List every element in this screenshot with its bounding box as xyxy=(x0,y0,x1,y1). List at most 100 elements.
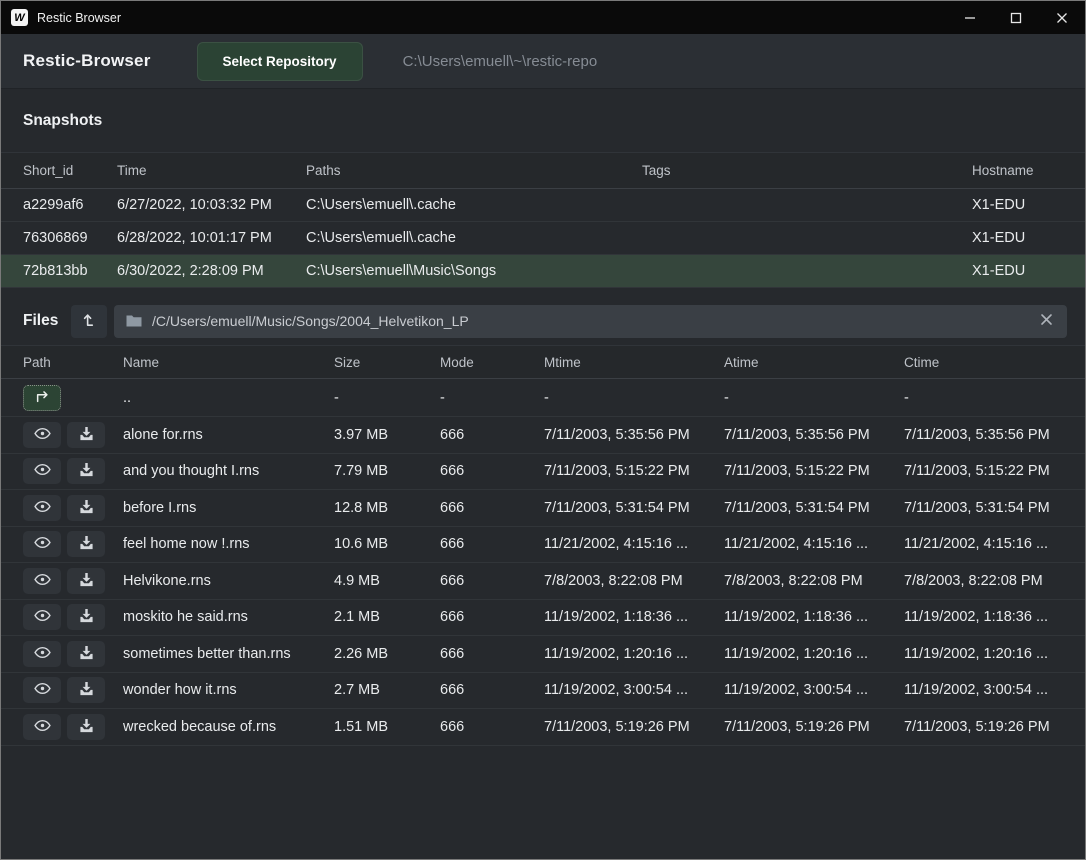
view-file-button[interactable] xyxy=(23,604,61,630)
snapshot-row[interactable]: 72b813bb6/30/2022, 2:28:09 PMC:\Users\em… xyxy=(1,255,1085,288)
file-mode: 666 xyxy=(440,646,544,662)
file-path-bar[interactable]: /C/Users/emuell/Music/Songs/2004_Helveti… xyxy=(114,305,1067,338)
maximize-button[interactable] xyxy=(993,1,1039,34)
snapshot-row[interactable]: a2299af66/27/2022, 10:03:32 PMC:\Users\e… xyxy=(1,189,1085,222)
file-mtime: 11/21/2002, 4:15:16 ... xyxy=(544,536,724,552)
file-row-actions xyxy=(23,531,123,557)
root-level-icon xyxy=(82,312,97,331)
root-level-button[interactable] xyxy=(71,305,107,338)
col-short-id: Short_id xyxy=(23,163,117,178)
file-row: feel home now !.rns10.6 MB66611/21/2002,… xyxy=(1,527,1085,564)
col-ctime: Ctime xyxy=(904,355,1063,370)
file-mtime: 7/11/2003, 5:35:56 PM xyxy=(544,427,724,443)
file-row-actions xyxy=(23,641,123,667)
view-file-button[interactable] xyxy=(23,568,61,594)
file-size: 2.7 MB xyxy=(334,682,440,698)
file-name: .. xyxy=(123,390,334,406)
file-mtime: 7/8/2003, 8:22:08 PM xyxy=(544,573,724,589)
snapshot-time: 6/27/2022, 10:03:32 PM xyxy=(117,197,306,213)
up-directory-row: ..----- xyxy=(1,379,1085,417)
repository-toolbar: Restic-Browser Select Repository C:\User… xyxy=(1,34,1085,89)
download-file-button[interactable] xyxy=(67,458,105,484)
snapshot-row[interactable]: 763068696/28/2022, 10:01:17 PMC:\Users\e… xyxy=(1,222,1085,255)
repository-path[interactable]: C:\Users\emuell\~\restic-repo xyxy=(403,53,598,70)
view-file-button[interactable] xyxy=(23,422,61,448)
file-atime: 7/11/2003, 5:19:26 PM xyxy=(724,719,904,735)
files-toolbar: Files /C/Users/emuell/Music/Songs/2004_H… xyxy=(1,297,1085,345)
view-file-button[interactable] xyxy=(23,714,61,740)
minimize-button[interactable] xyxy=(947,1,993,34)
up-directory-icon xyxy=(35,390,50,406)
file-size: 10.6 MB xyxy=(334,536,440,552)
eye-icon xyxy=(34,463,51,479)
eye-icon xyxy=(34,500,51,516)
app-logo-icon: W xyxy=(11,9,28,26)
col-atime: Atime xyxy=(724,355,904,370)
file-row: sometimes better than.rns2.26 MB66611/19… xyxy=(1,636,1085,673)
download-file-button[interactable] xyxy=(67,641,105,667)
file-name: wrecked because of.rns xyxy=(123,719,334,735)
file-mtime: - xyxy=(544,390,724,406)
download-file-button[interactable] xyxy=(67,531,105,557)
file-name: and you thought I.rns xyxy=(123,463,334,479)
file-row-actions xyxy=(23,604,123,630)
file-mode: 666 xyxy=(440,463,544,479)
file-name: feel home now !.rns xyxy=(123,536,334,552)
file-name: wonder how it.rns xyxy=(123,682,334,698)
file-atime: - xyxy=(724,390,904,406)
col-mtime: Mtime xyxy=(544,355,724,370)
file-mode: 666 xyxy=(440,536,544,552)
file-atime: 11/19/2002, 1:18:36 ... xyxy=(724,609,904,625)
file-row: Helvikone.rns4.9 MB6667/8/2003, 8:22:08 … xyxy=(1,563,1085,600)
eye-icon xyxy=(34,536,51,552)
select-repository-button[interactable]: Select Repository xyxy=(197,42,363,81)
download-file-button[interactable] xyxy=(67,568,105,594)
close-button[interactable] xyxy=(1039,1,1085,34)
maximize-icon xyxy=(1010,12,1022,24)
file-atime: 7/11/2003, 5:31:54 PM xyxy=(724,500,904,516)
file-ctime: 11/21/2002, 4:15:16 ... xyxy=(904,536,1063,552)
file-row: before I.rns12.8 MB6667/11/2003, 5:31:54… xyxy=(1,490,1085,527)
file-row: and you thought I.rns7.79 MB6667/11/2003… xyxy=(1,454,1085,491)
col-paths: Paths xyxy=(306,163,642,178)
file-size: 1.51 MB xyxy=(334,719,440,735)
file-name: moskito he said.rns xyxy=(123,609,334,625)
file-row: wrecked because of.rns1.51 MB6667/11/200… xyxy=(1,709,1085,746)
view-file-button[interactable] xyxy=(23,458,61,484)
file-atime: 7/8/2003, 8:22:08 PM xyxy=(724,573,904,589)
up-directory-button[interactable] xyxy=(23,385,61,411)
snapshots-table-header: Short_id Time Paths Tags Hostname xyxy=(1,152,1085,189)
snapshots-heading: Snapshots xyxy=(23,112,102,130)
snapshot-time: 6/28/2022, 10:01:17 PM xyxy=(117,230,306,246)
download-file-button[interactable] xyxy=(67,714,105,740)
file-size: 7.79 MB xyxy=(334,463,440,479)
snapshot-short-id: a2299af6 xyxy=(23,197,117,213)
download-file-button[interactable] xyxy=(67,677,105,703)
eye-icon xyxy=(34,719,51,735)
snapshot-paths: C:\Users\emuell\.cache xyxy=(306,230,642,246)
col-name: Name xyxy=(123,355,334,370)
files-table: ..-----alone for.rns3.97 MB6667/11/2003,… xyxy=(1,379,1085,746)
col-time: Time xyxy=(117,163,306,178)
eye-icon xyxy=(34,682,51,698)
snapshots-heading-row: Snapshots xyxy=(1,89,1085,152)
download-file-button[interactable] xyxy=(67,604,105,630)
file-name: before I.rns xyxy=(123,500,334,516)
snapshot-time: 6/30/2022, 2:28:09 PM xyxy=(117,263,306,279)
view-file-button[interactable] xyxy=(23,495,61,521)
files-table-header: Path Name Size Mode Mtime Atime Ctime xyxy=(1,345,1085,379)
snapshot-paths: C:\Users\emuell\.cache xyxy=(306,197,642,213)
view-file-button[interactable] xyxy=(23,531,61,557)
minimize-icon xyxy=(964,12,976,24)
view-file-button[interactable] xyxy=(23,641,61,667)
close-icon xyxy=(1056,12,1068,24)
download-icon xyxy=(79,681,94,699)
view-file-button[interactable] xyxy=(23,677,61,703)
download-file-button[interactable] xyxy=(67,495,105,521)
clear-path-button[interactable] xyxy=(1038,311,1055,331)
snapshot-hostname: X1-EDU xyxy=(972,197,1063,213)
download-file-button[interactable] xyxy=(67,422,105,448)
restic-browser-window: W Restic Browser Restic-Browser Select R… xyxy=(0,0,1086,860)
folder-icon xyxy=(126,314,142,328)
file-atime: 11/19/2002, 1:20:16 ... xyxy=(724,646,904,662)
